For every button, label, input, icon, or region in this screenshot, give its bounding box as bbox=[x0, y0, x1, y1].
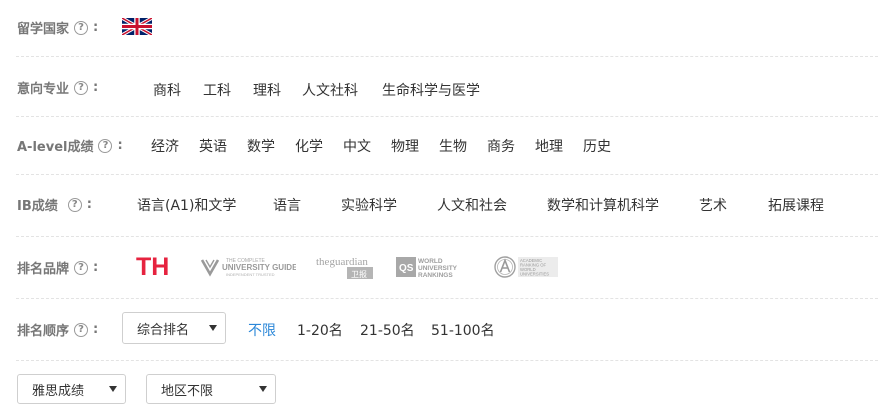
qs-logo[interactable]: QS WORLD UNIVERSITY RANKINGS bbox=[396, 255, 470, 280]
country-label: 留学国家 bbox=[17, 22, 70, 37]
alevel-label: A-level成绩 bbox=[17, 140, 94, 155]
uk-flag-icon[interactable] bbox=[122, 18, 152, 35]
ib-option[interactable]: 拓展课程 bbox=[768, 195, 824, 215]
row-separator bbox=[16, 174, 878, 175]
alevel-option[interactable]: 物理 bbox=[391, 136, 419, 156]
ib-option[interactable]: 语言(A1)和文学 bbox=[137, 195, 236, 215]
colon: : bbox=[93, 80, 99, 95]
row-separator bbox=[16, 298, 878, 299]
region-select-value: 地区不限 bbox=[161, 383, 214, 399]
ib-label-group: IB成绩 ? : bbox=[17, 195, 92, 214]
ielts-select[interactable]: 雅思成绩 bbox=[17, 374, 126, 404]
qs-line-2: UNIVERSITY bbox=[418, 265, 458, 272]
colon: : bbox=[93, 20, 99, 35]
help-icon[interactable]: ? bbox=[74, 322, 89, 337]
caret-down-icon bbox=[209, 325, 217, 331]
order-option-all[interactable]: 不限 bbox=[248, 320, 276, 340]
major-option[interactable]: 人文社科 bbox=[302, 80, 358, 100]
the-logo[interactable]: THE bbox=[136, 252, 186, 281]
colon: : bbox=[86, 197, 92, 212]
alevel-option[interactable]: 数学 bbox=[247, 136, 275, 156]
row-separator bbox=[16, 236, 878, 237]
help-icon[interactable]: ? bbox=[67, 197, 82, 212]
alevel-option[interactable]: 地理 bbox=[535, 136, 563, 156]
major-option[interactable]: 理科 bbox=[253, 80, 281, 100]
caret-down-icon bbox=[109, 386, 117, 392]
help-icon[interactable]: ? bbox=[74, 260, 89, 275]
help-icon[interactable]: ? bbox=[98, 138, 113, 153]
ib-option[interactable]: 艺术 bbox=[699, 195, 727, 215]
cug-sub-text: INDEPENDENT TRUSTED bbox=[226, 272, 275, 277]
qs-line-1: WORLD bbox=[418, 258, 443, 265]
colon: : bbox=[93, 260, 99, 275]
guardian-logo[interactable]: theguardian 卫报 bbox=[316, 254, 376, 280]
major-option[interactable]: 生命科学与医学 bbox=[382, 80, 480, 100]
alevel-label-group: A-level成绩 ? : bbox=[17, 136, 123, 155]
order-option[interactable]: 1-20名 bbox=[297, 320, 343, 340]
order-label-group: 排名顺序 ? : bbox=[17, 320, 98, 339]
alevel-option[interactable]: 商务 bbox=[487, 136, 515, 156]
row-separator bbox=[16, 360, 878, 361]
row-separator bbox=[16, 56, 878, 57]
help-icon[interactable]: ? bbox=[74, 20, 89, 35]
order-select-value: 综合排名 bbox=[137, 322, 190, 338]
major-label: 意向专业 bbox=[17, 82, 70, 97]
country-label-group: 留学国家 ? : bbox=[17, 18, 98, 37]
alevel-option[interactable]: 化学 bbox=[295, 136, 323, 156]
major-label-group: 意向专业 ? : bbox=[17, 78, 98, 97]
region-select[interactable]: 地区不限 bbox=[146, 374, 276, 404]
alevel-option[interactable]: 历史 bbox=[583, 136, 611, 156]
ib-label: IB成绩 bbox=[17, 199, 58, 214]
cug-main-text: UNIVERSITY GUIDE bbox=[222, 263, 296, 272]
arwu-line-4: UNIVERSITIES bbox=[520, 272, 549, 277]
alevel-option[interactable]: 生物 bbox=[439, 136, 467, 156]
ib-option[interactable]: 数学和计算机科学 bbox=[547, 195, 659, 215]
ib-option[interactable]: 人文和社会 bbox=[437, 195, 507, 215]
alevel-option[interactable]: 中文 bbox=[343, 136, 371, 156]
alevel-option[interactable]: 英语 bbox=[199, 136, 227, 156]
ib-option[interactable]: 实验科学 bbox=[341, 195, 397, 215]
guardian-sub-text: 卫报 bbox=[351, 269, 367, 279]
colon: : bbox=[117, 138, 123, 153]
order-option[interactable]: 21-50名 bbox=[360, 320, 415, 340]
help-icon[interactable]: ? bbox=[74, 80, 89, 95]
qs-line-3: RANKINGS bbox=[418, 272, 453, 279]
colon: : bbox=[93, 322, 99, 337]
row-separator bbox=[16, 116, 878, 117]
ib-option[interactable]: 语言 bbox=[273, 195, 301, 215]
cug-logo[interactable]: THE COMPLETE UNIVERSITY GUIDE INDEPENDEN… bbox=[200, 254, 298, 280]
order-select[interactable]: 综合排名 bbox=[122, 312, 226, 344]
the-logo-text: THE bbox=[136, 253, 168, 278]
major-option[interactable]: 商科 bbox=[153, 80, 181, 100]
alevel-option[interactable]: 经济 bbox=[151, 136, 179, 156]
caret-down-icon bbox=[259, 386, 267, 392]
major-option[interactable]: 工科 bbox=[203, 80, 231, 100]
brand-label-group: 排名品牌 ? : bbox=[17, 258, 98, 277]
order-option[interactable]: 51-100名 bbox=[431, 320, 495, 340]
ielts-select-value: 雅思成绩 bbox=[32, 383, 85, 399]
guardian-text: theguardian bbox=[316, 256, 368, 268]
arwu-logo[interactable]: ACADEMIC RANKING OF WORLD UNIVERSITIES bbox=[494, 255, 560, 281]
qs-badge-text: QS bbox=[399, 263, 414, 274]
brand-label: 排名品牌 bbox=[17, 262, 70, 277]
order-label: 排名顺序 bbox=[17, 324, 70, 339]
